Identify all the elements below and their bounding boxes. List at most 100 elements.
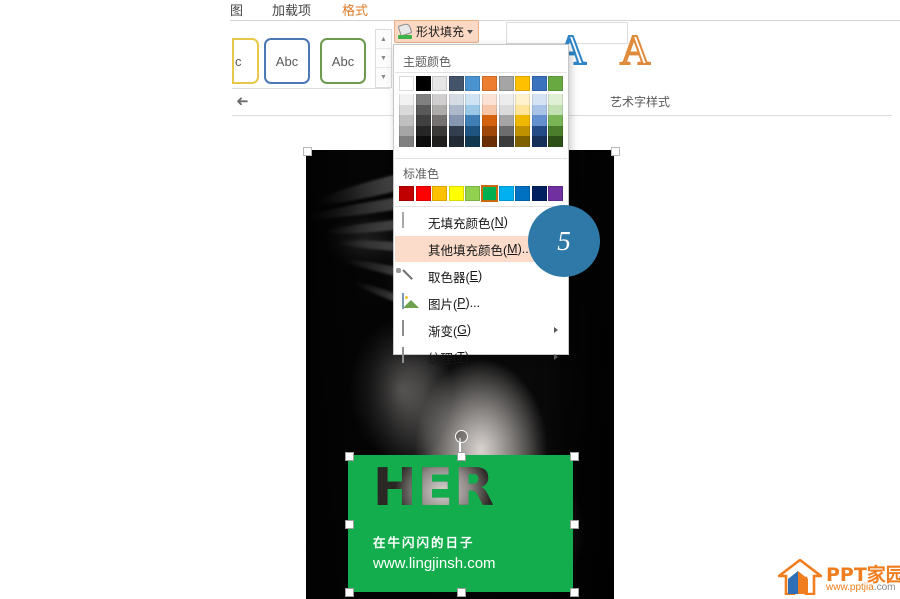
theme-variant-swatch-6-4[interactable] [498,136,514,147]
banner-handle-middle-right[interactable] [570,520,579,529]
theme-variant-swatch-3-0[interactable] [448,94,464,105]
gallery-scroll-up-button[interactable]: ▲ [376,30,391,49]
theme-color-swatch-2[interactable] [432,76,448,91]
standard-color-swatch-0[interactable] [399,186,414,201]
standard-color-swatch-9[interactable] [548,186,564,201]
photo-handle-top-left[interactable] [303,147,312,156]
ribbon-tab-addins[interactable]: 加载项 [272,0,311,19]
photo-rotation-handle[interactable] [455,430,468,443]
wordart-sample-orange[interactable]: A [619,29,651,73]
standard-color-swatch-6[interactable] [498,186,514,201]
theme-variant-swatch-0-4[interactable] [399,136,414,147]
banner-handle-bottom-right[interactable] [570,588,579,597]
banner-handle-top-left[interactable] [345,452,354,461]
theme-color-swatch-3[interactable] [448,76,464,91]
green-banner-shape[interactable]: HER 在牛闪闪的日子 www.lingjinsh.com [348,455,573,592]
shape-style-chip-blue[interactable]: Abc [264,38,310,84]
theme-variant-swatch-0-3[interactable] [399,125,414,137]
theme-variant-swatch-6-1[interactable] [498,104,514,116]
theme-variant-swatch-5-2[interactable] [481,115,497,126]
ribbon-tab-tu[interactable]: 图 [230,0,243,19]
standard-color-swatch-3[interactable] [448,186,464,201]
theme-color-swatch-5[interactable] [481,76,497,91]
theme-color-swatch-4[interactable] [465,76,481,91]
theme-variant-swatch-3-4[interactable] [448,136,464,147]
theme-color-swatch-8[interactable] [531,76,547,91]
theme-variant-swatch-0-2[interactable] [399,115,414,126]
gallery-scroll-more-button[interactable]: ▼ [376,68,391,86]
theme-variant-swatch-9-0[interactable] [548,94,564,105]
theme-variant-swatch-8-0[interactable] [531,94,547,105]
theme-variant-swatch-0-1[interactable] [399,104,414,116]
banner-handle-top-right[interactable] [570,452,579,461]
standard-color-swatch-1[interactable] [415,186,431,201]
standard-color-swatch-8[interactable] [531,186,547,201]
shape-style-chip-green[interactable]: Abc [320,38,366,84]
theme-variant-swatch-2-1[interactable] [432,104,448,116]
theme-variant-swatch-8-3[interactable] [531,125,547,137]
theme-variant-swatch-7-0[interactable] [515,94,531,105]
theme-color-swatch-9[interactable] [548,76,564,91]
theme-variant-swatch-7-4[interactable] [515,136,531,147]
theme-variant-swatch-8-4[interactable] [531,136,547,147]
theme-variant-swatch-3-2[interactable] [448,115,464,126]
theme-variant-swatch-4-2[interactable] [465,115,481,126]
theme-variant-swatch-5-0[interactable] [481,94,497,105]
menu-item-gradient-fill[interactable]: 渐变(G) [395,317,567,343]
theme-variant-swatch-9-4[interactable] [548,136,564,147]
menu-item-picture-fill[interactable]: 图片(P)... [395,290,567,316]
theme-variant-swatch-8-1[interactable] [531,104,547,116]
menu-item-texture-fill[interactable]: 纹理(T) [395,344,567,370]
standard-color-swatch-4[interactable] [465,186,481,201]
shape-fill-button[interactable]: 形状填充 [394,20,480,43]
theme-variant-swatch-4-1[interactable] [465,104,481,116]
theme-colors-base-row[interactable] [399,76,564,91]
standard-colors-row[interactable] [399,185,564,202]
theme-variant-swatch-2-0[interactable] [432,94,448,105]
theme-variant-swatch-6-3[interactable] [498,125,514,137]
theme-variant-swatch-7-1[interactable] [515,104,531,116]
theme-variant-swatch-2-4[interactable] [432,136,448,147]
standard-color-swatch-7[interactable] [515,186,531,201]
theme-color-swatch-6[interactable] [498,76,514,91]
theme-variant-swatch-5-3[interactable] [481,125,497,137]
banner-handle-bottom-center[interactable] [457,588,466,597]
theme-variant-swatch-4-4[interactable] [465,136,481,147]
theme-variant-swatch-7-3[interactable] [515,125,531,137]
theme-variant-swatch-1-0[interactable] [415,94,431,105]
theme-color-swatch-7[interactable] [515,76,531,91]
theme-variant-swatch-2-3[interactable] [432,125,448,137]
banner-handle-bottom-left[interactable] [345,588,354,597]
theme-variant-swatch-0-0[interactable] [399,94,414,105]
theme-variant-swatch-5-4[interactable] [481,136,497,147]
banner-handle-middle-left[interactable] [345,520,354,529]
theme-variant-swatch-1-1[interactable] [415,104,431,116]
theme-variant-swatch-9-2[interactable] [548,115,564,126]
theme-variant-swatch-1-2[interactable] [415,115,431,126]
theme-colors-variants-grid[interactable] [399,94,564,147]
theme-color-swatch-0[interactable] [399,76,414,91]
theme-variant-swatch-5-1[interactable] [481,104,497,116]
theme-variant-swatch-8-2[interactable] [531,115,547,126]
theme-color-swatch-1[interactable] [415,76,431,91]
standard-color-swatch-5[interactable] [480,185,498,202]
gallery-scrollbar[interactable]: ▲ ▼ ▼ [375,29,392,88]
banner-handle-top-center[interactable] [457,452,466,461]
theme-variant-swatch-9-1[interactable] [548,104,564,116]
ribbon-tab-format[interactable]: 格式 [342,0,368,19]
theme-variant-swatch-4-3[interactable] [465,125,481,137]
shape-style-chip-partial[interactable]: c [232,38,259,84]
theme-variant-swatch-6-2[interactable] [498,115,514,126]
theme-variant-swatch-4-0[interactable] [465,94,481,105]
theme-variant-swatch-3-1[interactable] [448,104,464,116]
theme-variant-swatch-1-4[interactable] [415,136,431,147]
theme-variant-swatch-7-2[interactable] [515,115,531,126]
theme-variant-swatch-1-3[interactable] [415,125,431,137]
theme-variant-swatch-2-2[interactable] [432,115,448,126]
standard-color-swatch-2[interactable] [432,186,448,201]
theme-variant-swatch-9-3[interactable] [548,125,564,137]
photo-handle-top-right[interactable] [611,147,620,156]
theme-variant-swatch-3-3[interactable] [448,125,464,137]
gallery-scroll-down-button[interactable]: ▼ [376,49,391,68]
theme-variant-swatch-6-0[interactable] [498,94,514,105]
